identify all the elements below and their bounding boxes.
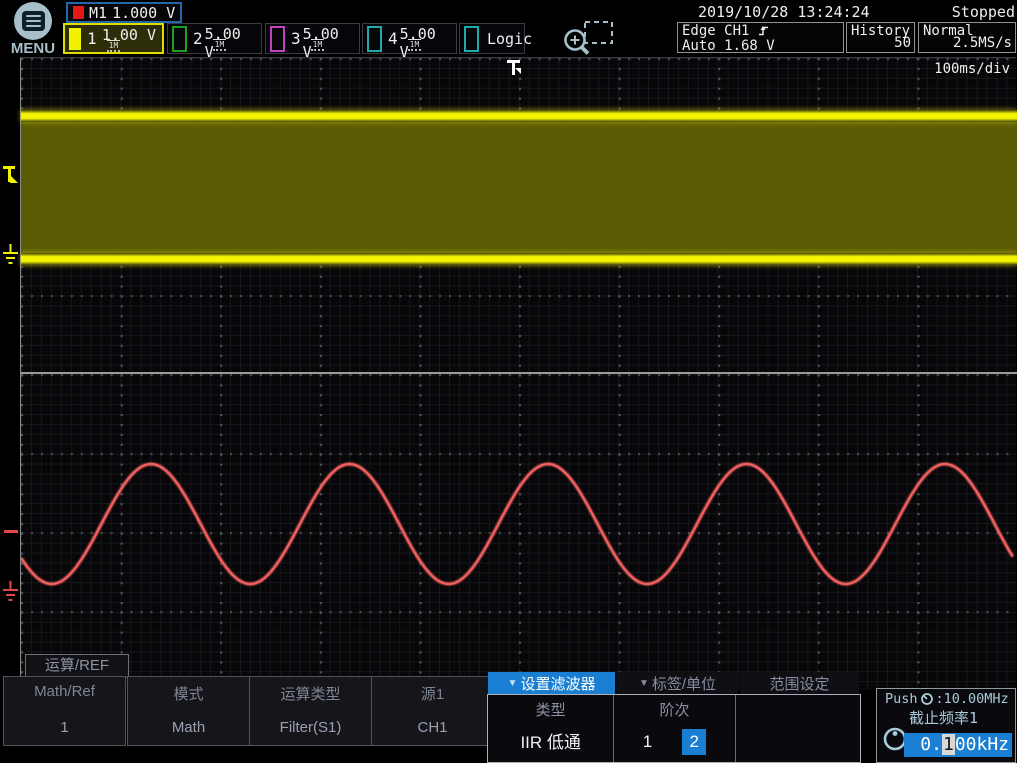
channel-4-number: 4 — [388, 29, 398, 48]
filter-setup-popup: 类型 IIR 低通 阶次 1 2 — [487, 694, 861, 763]
logic-indicator[interactable]: Logic — [459, 23, 525, 54]
channel-2-color-bar — [172, 26, 187, 52]
history-box[interactable]: History 50 — [846, 22, 915, 53]
ch1-band-bottom-edge — [21, 253, 1017, 265]
zoom-search-icon[interactable] — [558, 19, 620, 55]
math1-level-marker[interactable] — [4, 530, 18, 533]
soft-button-label-unit[interactable]: ▼ 标签/单位 — [617, 672, 738, 694]
trigger-settings-box[interactable]: Edge CH1 Auto 1.68 V — [677, 22, 844, 53]
hamburger-icon — [22, 11, 45, 31]
cutoff-frequency-panel: Push :10.00MHz 截止频率1 0.100kHz — [876, 688, 1016, 763]
channel-3-indicator[interactable]: 3 5.00 V1M — [265, 23, 360, 54]
filter-type-value: IIR 低通 — [488, 728, 613, 753]
sample-rate: 2.5MS/s — [953, 36, 1012, 51]
menu-button-value: Filter(S1) — [250, 719, 371, 736]
soft-button-label: 设置滤波器 — [520, 673, 595, 694]
dropdown-arrow-icon: ▼ — [639, 678, 649, 689]
logic-color-bar — [464, 26, 479, 52]
channel-2-impedance-icon: 1M — [213, 39, 227, 51]
trigger-level: Auto 1.68 V — [682, 39, 839, 54]
menu-button-mode[interactable]: 模式 Math — [127, 676, 250, 746]
oscilloscope-screen: MENU M1 1.000 V 2019/10/28 13:24:24 Stop… — [0, 0, 1017, 763]
filter-order-option-1[interactable]: 1 — [643, 732, 652, 752]
parameter-label: 截止频率1 — [909, 707, 978, 728]
ch1-ground-marker[interactable] — [2, 244, 19, 268]
math-channel-color-swatch — [73, 6, 84, 19]
channel-4-indicator[interactable]: 4 5.00 V1M — [362, 23, 457, 54]
trigger-position-marker[interactable] — [507, 59, 525, 79]
soft-button-setup-filter[interactable]: ▼ 设置滤波器 — [488, 672, 615, 694]
menu-button-math-ref[interactable]: Math/Ref 1 — [3, 676, 126, 746]
acquisition-status: Stopped — [952, 3, 1015, 21]
dropdown-arrow-icon: ▼ — [508, 678, 518, 689]
math-channel-scale: 1.000 V — [112, 4, 175, 22]
ch1-trigger-level-marker[interactable] — [2, 165, 20, 189]
math-channel-label: M1 — [89, 4, 107, 22]
menu-button-label: MENU — [6, 40, 60, 57]
knob-push-icon — [920, 692, 934, 706]
logic-label: Logic — [487, 30, 532, 48]
channel-1-indicator[interactable]: 1 1.00 V1M — [63, 23, 164, 54]
ch1-noise-band — [21, 122, 1017, 253]
soft-button-label: 标签/单位 — [652, 673, 716, 694]
edit-cursor: 1 — [942, 734, 955, 755]
menu-button-operation-type[interactable]: 运算类型 Filter(S1) — [249, 676, 372, 746]
ch1-band-top-edge — [21, 110, 1017, 122]
rising-edge-icon — [758, 25, 770, 36]
push-knob-hint: Push :10.00MHz — [885, 691, 1009, 707]
history-count: 50 — [894, 36, 911, 51]
math-channel-indicator[interactable]: M1 1.000 V — [66, 2, 182, 23]
filter-type-column[interactable]: 类型 IIR 低通 — [488, 695, 613, 762]
menu-button-label: 运算类型 — [250, 683, 371, 704]
soft-button-label: 范围设定 — [769, 673, 829, 694]
channel-2-indicator[interactable]: 2 5.00 V1M — [167, 23, 262, 54]
acquisition-mode-box[interactable]: Normal 2.5MS/s — [918, 22, 1016, 53]
popup-empty-column — [735, 695, 860, 762]
channel-4-color-bar — [367, 26, 382, 52]
menu-tab-math-ref[interactable]: 运算/REF — [25, 654, 129, 678]
filter-type-header: 类型 — [488, 699, 613, 720]
filter-order-option-2-selected[interactable]: 2 — [682, 729, 706, 755]
timebase-readout: 100ms/div — [934, 61, 1010, 77]
menu-button[interactable] — [14, 2, 52, 40]
datetime-display: 2019/10/28 13:24:24 — [698, 3, 870, 21]
channel-1-number: 1 — [87, 29, 97, 48]
menu-button-value: CH1 — [372, 719, 493, 736]
channel-3-color-bar — [270, 26, 285, 52]
menu-button-label: Math/Ref — [4, 683, 125, 700]
soft-button-range-setting[interactable]: 范围设定 — [740, 672, 859, 694]
channel-3-impedance-icon: 1M — [311, 39, 325, 51]
window-divider — [21, 372, 1017, 374]
menu-button-label: 模式 — [128, 683, 249, 704]
cutoff-frequency-value[interactable]: 0.100kHz — [904, 733, 1012, 757]
filter-order-header: 阶次 — [614, 699, 734, 720]
channel-4-impedance-icon: 1M — [408, 39, 422, 51]
math1-ground-marker[interactable] — [2, 581, 19, 605]
channel-2-number: 2 — [193, 29, 203, 48]
channel-1-impedance-icon: 1M — [107, 40, 121, 52]
menu-button-value: Math — [128, 719, 249, 736]
waveform-display-area: 100ms/div — [20, 57, 1016, 690]
channel-3-number: 3 — [291, 29, 301, 48]
channel-1-color-bar — [69, 28, 81, 50]
trigger-type: Edge CH1 — [682, 23, 749, 39]
menu-button-source1[interactable]: 源1 CH1 — [371, 676, 494, 746]
menu-button-value: 1 — [4, 719, 125, 736]
menu-button-label: 源1 — [372, 683, 493, 704]
filter-order-column: 阶次 1 2 — [613, 695, 734, 762]
